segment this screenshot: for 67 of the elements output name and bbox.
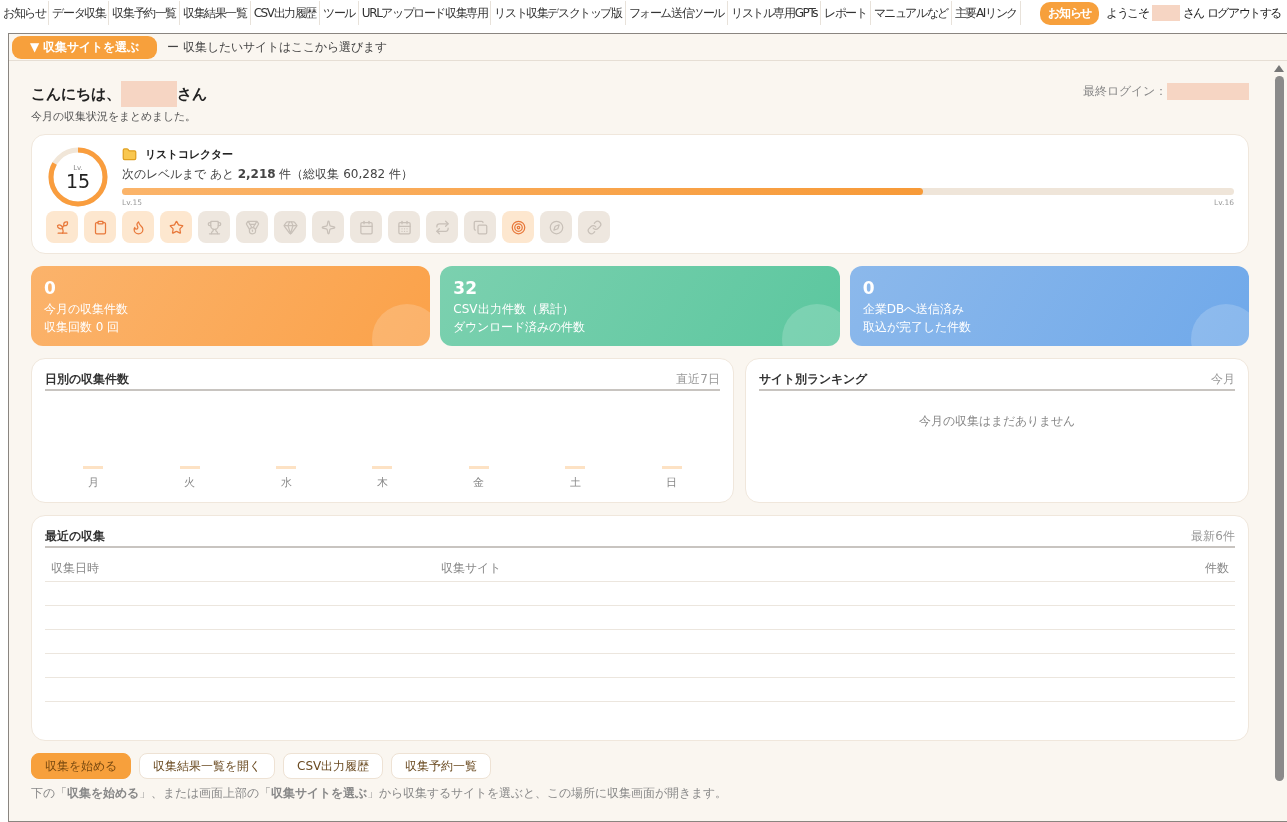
column-header: 収集サイト [441,560,502,577]
empty-message: 今月の収集はまだありません [918,413,1076,430]
empty-bar [468,466,489,469]
last-login-label: 最終ログイン： [1083,83,1167,100]
greeting-title: こんにちは、 [31,84,121,104]
column-header: 件数 [1205,560,1229,577]
nav-link[interactable]: 収集結果一覧 [180,1,251,25]
action-button[interactable]: CSV出力履歴 [283,753,384,779]
panel-range: 最新6件 [1191,528,1235,545]
greeting-suffix: さん [177,84,207,104]
redacted-block [121,81,177,107]
nav-link[interactable]: リストル専用GPTs [728,1,822,25]
column-header: 収集日時 [51,560,100,577]
stat-value: 0 [862,278,876,298]
progress-text: 次のレベルまで あと 2,218 件（総収集 60,282 件） [122,166,415,183]
action-button[interactable]: 収集予約一覧 [391,753,492,779]
panel-range: 直近7日 [676,371,720,388]
panel-range: 今月 [1211,371,1235,388]
site-hint: ー 収集したいサイトはここから選びます [167,38,388,56]
stat-label: 今月の収集件数 [44,301,129,318]
day-label: 火 [184,475,196,490]
day-label: 日 [666,475,678,490]
nav-link[interactable]: URLアップロード収集専用 [358,1,492,25]
empty-bar [179,466,200,469]
empty-bar [372,466,393,469]
welcome-text: ようこそ [1106,4,1149,22]
day-label: 月 [87,475,99,490]
nav-link[interactable]: レポート [821,1,871,25]
panel-title: 最近の収集 [45,528,105,545]
level-number: 15 [65,171,91,191]
logout-link[interactable]: ログアウトする [1206,4,1281,22]
folder-icon [122,147,137,162]
stat-value: 32 [453,278,478,298]
day-label: 水 [280,475,292,490]
nav-link[interactable]: 主要AIリンク [951,1,1021,25]
redacted-block [1151,5,1180,21]
nav-link[interactable]: CSV出力履歴 [250,1,321,25]
panel-title: 日別の収集件数 [45,371,129,388]
nav-link[interactable]: マニュアルなど [870,1,952,25]
empty-bar [83,466,104,469]
empty-bar [565,466,586,469]
stat-label: CSV出力件数（累計） [453,301,575,318]
footnote: 下の「収集を始める」、または画面上部の「収集サイトを選ぶ」から収集するサイトを選ぶと、この場所に収集画面が開きます。 [31,785,728,802]
stat-note: ダウンロード済みの件数 [453,319,587,336]
scroll-up-icon[interactable] [1274,65,1284,72]
day-label: 金 [473,475,485,490]
stat-note: 取込が完了した件数 [862,319,972,336]
nav-link[interactable]: データ収集 [49,1,110,25]
nav-link[interactable]: リスト収集デスクトップ版 [491,1,626,25]
scrollbar-thumb[interactable] [1274,76,1284,781]
greeting-subtitle: 今月の収集状況をまとめました。 [31,109,197,124]
stat-value: 0 [44,278,57,298]
day-label: 土 [569,475,581,490]
stat-note: 収集回数 0 回 [44,319,121,336]
action-button[interactable]: 収集結果一覧を開く [139,753,275,779]
empty-bar [661,466,682,469]
rank-title: リストコレクター [145,147,233,162]
nav-link[interactable]: フォーム送信ツール [625,1,729,25]
stat-label: 企業DBへ送信済み [862,301,966,318]
honorific-text: さん [1182,4,1204,22]
action-button[interactable]: 収集を始める [31,753,131,779]
nav-link[interactable]: ツール [320,1,359,25]
panel-title: サイト別ランキング [759,371,867,388]
day-label: 木 [377,475,388,490]
empty-bar [276,466,297,469]
nav-link[interactable]: お知らせ [0,1,50,25]
nav-link[interactable]: 収集予約一覧 [109,1,181,25]
